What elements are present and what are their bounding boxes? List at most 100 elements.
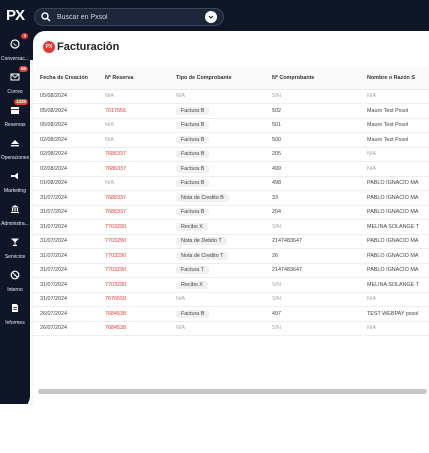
notification-badge: 55	[18, 66, 28, 72]
cell-nombre: N/A	[367, 321, 429, 336]
table-row[interactable]: 26/07/2024 7684538 Factura B 497 TEST WEBPAY…	[33, 306, 429, 322]
sidebar-item-marketing[interactable]: Marketing	[0, 164, 30, 197]
cell-nombre: TEST WEBPAY pxsol	[367, 306, 429, 322]
table-row[interactable]: 01/08/2024 N/A Factura B 498 PABLO IGNACIO M…	[33, 176, 429, 191]
cell-reserva-text[interactable]: 7686337	[105, 209, 126, 215]
table-row[interactable]: 02/08/2024 7686337 Factura B 499 N/A	[33, 161, 429, 177]
cell-numero-text: 501	[272, 122, 281, 129]
cell-fecha-text: 02/08/2024	[40, 165, 67, 172]
cell-reserva[interactable]: 7676558	[105, 292, 176, 307]
search-scope-dropdown[interactable]	[205, 11, 217, 23]
sidebar-item-correo[interactable]: Correo 55	[0, 65, 30, 98]
horizontal-scrollbar[interactable]	[36, 388, 429, 395]
cell-tipo: Factura B	[176, 161, 272, 177]
cell-reserva[interactable]: 7684538	[105, 321, 176, 336]
cell-fecha: 31/07/2024	[33, 263, 105, 278]
cell-reserva-text[interactable]: 7676558	[105, 296, 126, 302]
cell-reserva[interactable]: 7017656	[105, 103, 176, 119]
cell-reserva-text[interactable]: 7703290	[105, 238, 126, 244]
main-content: PX Facturación Fecha de Creación Nº Rese…	[33, 31, 429, 404]
cell-tipo-text: Factura B	[176, 164, 210, 173]
cell-numero-text: 26	[272, 252, 278, 259]
cell-numero: 33	[272, 190, 367, 206]
cell-numero: 498	[272, 176, 367, 191]
cell-tipo: Nota de Credito T	[176, 248, 272, 264]
cell-tipo-text: Nota de Credito B	[176, 193, 229, 202]
app-window: PX Conversac... 4 Correo 55 Reservas 1439 Oper…	[0, 0, 429, 453]
table-row[interactable]: 05/08/2024 N/A N/A S/N N/A	[33, 89, 429, 104]
cell-nombre: PABLO IGNACIO MA	[367, 234, 429, 249]
cell-reserva-text[interactable]: 7703290	[105, 282, 126, 288]
sidebar-item-administra[interactable]: Administra...	[0, 197, 30, 230]
cell-tipo-text: Factura T	[176, 266, 209, 275]
cell-nombre: PABLO IGNACIO MA	[367, 248, 429, 264]
cell-reserva-text[interactable]: 7684538	[105, 325, 126, 331]
sidebar-item-interno[interactable]: Interno	[0, 263, 30, 296]
column-header-numero[interactable]: Nº Comprobante	[272, 67, 367, 90]
cell-reserva-text[interactable]: 7686337	[105, 151, 126, 157]
cell-numero: S/N	[272, 292, 367, 307]
scrollbar-thumb[interactable]	[38, 389, 427, 394]
pxsol-logo[interactable]: PX	[6, 7, 25, 24]
cell-tipo: Recibo X	[176, 277, 272, 293]
table-row[interactable]: 31/07/2024 7703290 Nota de Debito T 2147483…	[33, 234, 429, 249]
cell-numero-text: 33	[272, 194, 278, 201]
cell-nombre-text: N/A	[367, 93, 376, 100]
cell-reserva[interactable]: 7703290	[105, 248, 176, 264]
cell-tipo: N/A	[176, 89, 272, 104]
cell-reserva: N/A	[105, 176, 176, 191]
column-header-tipo[interactable]: Tipo de Comprobante	[176, 67, 272, 90]
table-row[interactable]: 05/08/2024 7017656 Factura B 502 Mauro Test …	[33, 103, 429, 119]
cell-fecha-text: 31/07/2024	[40, 209, 67, 216]
cell-fecha-text: 01/08/2024	[40, 180, 67, 187]
sidebar-item-informes[interactable]: Informes	[0, 296, 30, 329]
cell-reserva[interactable]: 7686337	[105, 205, 176, 220]
sidebar-item-servicios[interactable]: Servicios	[0, 230, 30, 263]
table-row[interactable]: 31/07/2024 7686337 Nota de Credito B 33 PABL…	[33, 190, 429, 206]
sidebar-item-operaciones[interactable]: Operaciones	[0, 131, 30, 164]
cell-reserva-text[interactable]: 7017656	[105, 108, 126, 114]
cell-numero: 26	[272, 248, 367, 264]
cell-tipo-text: Factura B	[176, 179, 210, 188]
cell-reserva[interactable]: 7703290	[105, 219, 176, 235]
column-header-nombre[interactable]: Nombre o Razón S	[367, 67, 429, 90]
cell-reserva[interactable]: 7686337	[105, 190, 176, 206]
cell-reserva-text[interactable]: 7686337	[105, 195, 126, 201]
cell-reserva[interactable]: 7703290	[105, 234, 176, 249]
sidebar-item-reservas[interactable]: Reservas 1439	[0, 98, 30, 131]
table-row[interactable]: 31/07/2024 7676558 N/A S/N N/A	[33, 292, 429, 307]
search-input[interactable]	[57, 13, 205, 21]
table-row[interactable]: 31/07/2024 7703290 Recibo X S/N MELINA SOLAN…	[33, 219, 429, 235]
table-row[interactable]: 31/07/2024 7703290 Recibo X S/N MELINA SOLAN…	[33, 277, 429, 293]
table-row[interactable]: 02/08/2024 N/A Factura B 500 Mauro Test Pxso…	[33, 132, 429, 148]
cell-reserva-text[interactable]: 7684538	[105, 311, 126, 317]
table-row[interactable]: 02/08/2024 7686337 Factura B 205 N/A	[33, 147, 429, 162]
column-header-fecha[interactable]: Fecha de Creación	[33, 67, 105, 90]
cell-reserva-text[interactable]: 7703290	[105, 224, 126, 230]
cell-fecha: 31/07/2024	[33, 219, 105, 235]
page-header: PX Facturación	[43, 41, 119, 53]
cell-numero-text: 498	[272, 180, 281, 187]
sidebar-item-conversac[interactable]: Conversac... 4	[0, 32, 30, 65]
cell-reserva-text[interactable]: 7686337	[105, 166, 126, 172]
cell-fecha-text: 31/07/2024	[40, 194, 67, 201]
table-row[interactable]: 31/07/2024 7703290 Factura T 2147483647 PABL…	[33, 263, 429, 278]
cell-reserva[interactable]: 7703290	[105, 263, 176, 278]
cell-reserva[interactable]: 7703290	[105, 277, 176, 293]
cell-tipo-text: Recibo X	[176, 280, 208, 289]
cell-reserva-text[interactable]: 7703290	[105, 253, 126, 259]
cell-tipo-text: Nota de Credito T	[176, 251, 229, 260]
cell-reserva[interactable]: 7686337	[105, 161, 176, 177]
cell-fecha-text: 26/07/2024	[40, 310, 67, 317]
cell-reserva[interactable]: 7684538	[105, 306, 176, 322]
table-row[interactable]: 31/07/2024 7686337 Factura B 204 PABLO IGNAC…	[33, 205, 429, 220]
table-row[interactable]: 31/07/2024 7703290 Nota de Credito T 26 PABL…	[33, 248, 429, 264]
column-header-reserva[interactable]: Nº Reserva	[105, 67, 176, 90]
table-row[interactable]: 05/08/2024 N/A Factura B 501 Mauro Test Pxso…	[33, 118, 429, 133]
cell-numero-text: S/N	[272, 296, 281, 303]
search-bar[interactable]	[34, 8, 224, 26]
cell-fecha: 31/07/2024	[33, 205, 105, 220]
table-row[interactable]: 26/07/2024 7684538 N/A S/N N/A	[33, 321, 429, 336]
cell-reserva[interactable]: 7686337	[105, 147, 176, 162]
cell-reserva-text[interactable]: 7703290	[105, 267, 126, 273]
